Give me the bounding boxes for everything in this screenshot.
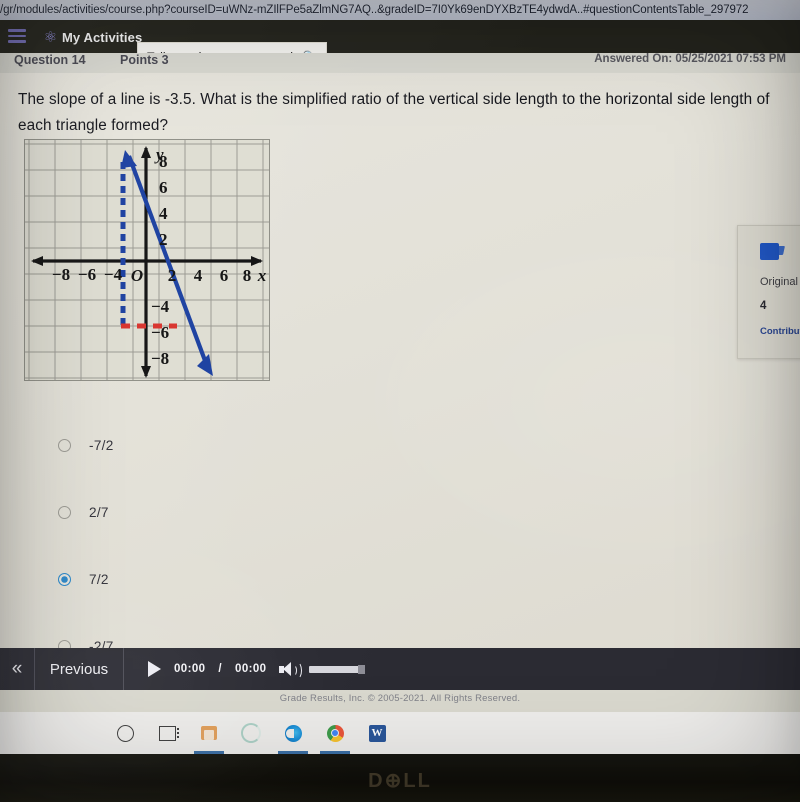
x-tick--8: −8 — [52, 265, 70, 284]
y-axis-label: y — [154, 145, 164, 164]
x-tick-4: 4 — [194, 266, 203, 285]
cortana-icon[interactable] — [104, 712, 146, 754]
radio-option-1[interactable] — [58, 439, 71, 452]
original-image-panel[interactable]: Original 4 Contribute — [737, 225, 800, 359]
x-axis-right-arrow — [251, 256, 263, 266]
app-navbar: ⚛ My Activities Tell me what you want to… — [0, 20, 800, 71]
laptop-bezel: D⊕LL — [0, 754, 800, 802]
previous-button[interactable]: Previous — [35, 648, 124, 690]
activities-icon: ⚛ — [43, 29, 58, 46]
question-number: Question 14 — [14, 53, 86, 67]
question-text: The slope of a line is -3.5. What is the… — [18, 91, 770, 134]
browser-url-bar[interactable]: /gr/modules/activities/course.php?course… — [0, 0, 800, 20]
line-up-arrow — [121, 150, 137, 168]
audio-controls: 00:00 / 00:00 — [124, 661, 366, 679]
hamburger-icon[interactable] — [8, 29, 26, 44]
laptop-screen-photo: /gr/modules/activities/course.php?course… — [0, 0, 800, 802]
origin-label: O — [131, 266, 143, 285]
coordinate-graph-figure: −8 −6 −4 O 2 4 6 8 x 8 6 4 2 −4 −6 −8 y — [24, 139, 270, 381]
y-axis-up-arrow — [141, 146, 151, 158]
app-orange-icon[interactable] — [188, 712, 230, 754]
radio-option-2[interactable] — [58, 506, 71, 519]
panel-label: Original — [760, 276, 798, 288]
y-tick-6: 6 — [159, 178, 168, 197]
y-tick--4: −4 — [151, 297, 170, 316]
coordinate-graph-svg: −8 −6 −4 O 2 4 6 8 x 8 6 4 2 −4 −6 −8 y — [25, 140, 269, 380]
play-icon[interactable] — [148, 661, 161, 677]
question-points: Points 3 — [120, 53, 169, 67]
y-tick-2: 2 — [159, 230, 168, 249]
word-icon-glyph: W — [368, 724, 386, 742]
app-ring-icon[interactable] — [230, 712, 272, 754]
answer-option-2[interactable]: 2/7 — [58, 505, 358, 572]
y-tick-4: 4 — [159, 204, 168, 223]
axes — [33, 148, 261, 376]
question-header-bar: Question 14 Points 3 Answered On: 05/25/… — [0, 53, 800, 73]
x-tick-8: 8 — [243, 266, 252, 285]
volume-slider[interactable] — [309, 664, 366, 674]
x-axis-left-arrow — [31, 256, 43, 266]
contribute-link[interactable]: Contribute — [760, 326, 800, 337]
player-bar: « Previous 00:00 / 00:00 — [0, 648, 800, 690]
y-tick--8: −8 — [151, 349, 169, 368]
my-activities-label[interactable]: My Activities — [62, 30, 142, 45]
y-axis-down-arrow — [141, 366, 151, 378]
answer-option-2-label: 2/7 — [89, 505, 109, 520]
answer-option-1-label: -7/2 — [89, 438, 114, 453]
current-time: 00:00 — [174, 663, 206, 675]
radio-option-3[interactable] — [58, 573, 71, 586]
image-icon — [760, 243, 779, 260]
x-tick-6: 6 — [220, 266, 229, 285]
x-axis-label: x — [257, 266, 267, 285]
x-tick--6: −6 — [78, 265, 96, 284]
answer-option-3[interactable]: 7/2 — [58, 572, 358, 639]
panel-value: 4 — [760, 300, 767, 312]
question-page: The slope of a line is -3.5. What is the… — [0, 73, 800, 654]
time-separator: / — [218, 663, 223, 675]
total-time: 00:00 — [235, 663, 267, 675]
y-tick--6: −6 — [151, 323, 169, 342]
x-tick-2: 2 — [168, 266, 177, 285]
windows-taskbar: W — [0, 712, 800, 754]
word-icon[interactable]: W — [356, 712, 398, 754]
copyright-text: Grade Results, Inc. © 2005-2021. All Rig… — [279, 693, 521, 704]
url-text: /gr/modules/activities/course.php?course… — [0, 3, 749, 17]
x-tick--4: −4 — [104, 265, 123, 284]
edge-icon[interactable] — [272, 712, 314, 754]
answer-option-3-label: 7/2 — [89, 572, 109, 587]
task-view-icon[interactable] — [146, 712, 188, 754]
dell-logo: D⊕LL — [368, 770, 432, 792]
answer-option-1[interactable]: -7/2 — [58, 438, 358, 505]
prev-chevron-icon[interactable]: « — [0, 648, 35, 690]
chrome-icon[interactable] — [314, 712, 356, 754]
answered-on-label: Answered On: 05/25/2021 07:53 PM — [594, 53, 786, 65]
page-footer: Grade Results, Inc. © 2005-2021. All Rig… — [0, 690, 800, 712]
speaker-icon[interactable] — [279, 661, 303, 679]
